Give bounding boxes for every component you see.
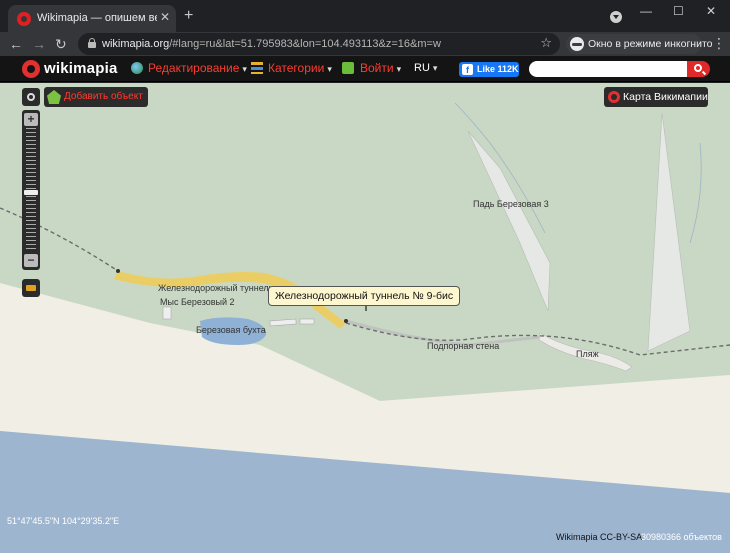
search-input[interactable] xyxy=(529,61,687,77)
site-header: wikimapia Редактирование ▾ Категории ▾ Вой… xyxy=(0,56,730,82)
label-cape[interactable]: Мыс Березовый 2 xyxy=(160,297,235,307)
incognito-label: Окно в режиме инкогнито xyxy=(588,38,713,50)
menu-edit[interactable]: Редактирование ▾ xyxy=(148,61,247,75)
zoom-control[interactable]: + − xyxy=(22,110,40,270)
tunnel-portal-marker xyxy=(116,269,120,273)
globe-icon xyxy=(131,62,143,74)
incognito-icon xyxy=(570,37,584,51)
back-icon[interactable]: ← xyxy=(9,36,23,52)
bookmark-star-icon[interactable]: ☆ xyxy=(540,35,552,51)
add-object-label: Добавить объект xyxy=(64,91,143,102)
zoom-slider-handle[interactable] xyxy=(24,190,38,195)
wikimapia-map-button[interactable]: Карта Викимапии xyxy=(604,87,708,107)
coordinates-readout: 51°47'45.5"N 104°29'35.2"E xyxy=(7,516,120,526)
chevron-down-icon: ▾ xyxy=(432,63,438,73)
add-object-icon xyxy=(47,90,61,104)
layers-icon[interactable] xyxy=(22,279,40,297)
search-button[interactable] xyxy=(687,61,710,77)
chevron-down-icon: ▾ xyxy=(396,64,402,74)
chevron-down-icon: ▾ xyxy=(242,64,247,74)
facebook-icon: f xyxy=(462,64,473,75)
menu-categories[interactable]: Категории ▾ xyxy=(268,61,332,75)
wikimapia-favicon-icon xyxy=(17,12,31,26)
facebook-like-button[interactable]: f Like 112K xyxy=(459,62,519,77)
building xyxy=(162,306,172,320)
tab-strip: Wikimapia — опишем весь мир! ✕ + — ☐ ✕ xyxy=(0,0,730,32)
url-text: wikimapia.org/#lang=ru&lat=51.795983&lon… xyxy=(102,38,441,50)
chevron-down-icon: ▾ xyxy=(327,64,332,74)
facebook-like-label: Like 112K xyxy=(477,64,519,74)
minimize-button[interactable]: — xyxy=(640,4,652,18)
browser-menu-icon[interactable]: ⋮ xyxy=(712,35,726,52)
close-window-button[interactable]: ✕ xyxy=(706,4,716,18)
address-bar[interactable]: wikimapia.org/#lang=ru&lat=51.795983&lon… xyxy=(78,33,560,55)
menu-login[interactable]: Войти ▾ xyxy=(360,61,401,75)
maximize-button[interactable]: ☐ xyxy=(673,4,684,18)
zoom-out-button[interactable]: − xyxy=(24,254,38,267)
search-icon xyxy=(694,64,702,72)
wikimapia-logo-icon xyxy=(608,91,620,103)
new-tab-button[interactable]: + xyxy=(184,7,193,25)
wikimapia-logo-icon[interactable] xyxy=(22,60,40,78)
navigation-bar: ← → ↻ wikimapia.org/#lang=ru&lat=51.7959… xyxy=(0,32,730,56)
zoom-in-button[interactable]: + xyxy=(24,113,38,126)
building-2 xyxy=(269,318,297,327)
settings-gear-icon[interactable] xyxy=(22,88,40,106)
reload-icon[interactable]: ↻ xyxy=(55,36,67,53)
object-tooltip: Железнодорожный туннель № 9-бис xyxy=(268,286,461,306)
language-select[interactable]: RU ▾ xyxy=(414,62,437,74)
site-logo[interactable]: wikimapia xyxy=(44,60,118,77)
lock-icon[interactable] xyxy=(88,38,96,48)
forward-icon[interactable]: → xyxy=(32,36,46,52)
tab-search-icon[interactable] xyxy=(610,11,622,23)
valley-area xyxy=(467,130,551,312)
building-3 xyxy=(299,318,315,325)
label-beach[interactable]: Пляж xyxy=(576,349,599,359)
label-tunnel[interactable]: Железнодорожный туннель xyxy=(158,283,273,293)
map-graphics xyxy=(0,102,730,553)
wikimapia-map-label: Карта Викимапии xyxy=(623,91,708,103)
label-bay[interactable]: Березовая бухта xyxy=(196,325,266,335)
valley-area-2 xyxy=(647,112,691,352)
zoom-slider-track[interactable] xyxy=(26,128,36,250)
browser-window: Wikimapia — опишем весь мир! ✕ + — ☐ ✕ ←… xyxy=(0,0,730,553)
map-canvas[interactable]: Железнодорожный туннель Мыс Березовый 2 … xyxy=(0,83,730,553)
stream-line-2 xyxy=(689,142,702,244)
label-pad[interactable]: Падь Березовая 3 xyxy=(473,199,549,209)
railway-line xyxy=(0,207,119,272)
categories-icon xyxy=(251,62,263,74)
incognito-badge[interactable]: Окно в режиме инкогнито xyxy=(566,34,712,54)
browser-tab[interactable]: Wikimapia — опишем весь мир! ✕ xyxy=(8,5,176,32)
tunnel-portal-marker-2 xyxy=(344,319,348,323)
attribution[interactable]: Wikimapia CC-BY-SA xyxy=(556,532,642,542)
tab-title: Wikimapia — опишем весь мир! xyxy=(37,12,157,24)
add-object-button[interactable]: Добавить объект xyxy=(44,87,148,107)
label-wall[interactable]: Подпорная стена xyxy=(427,341,499,351)
tab-close-icon[interactable]: ✕ xyxy=(160,10,170,24)
login-icon xyxy=(342,62,354,74)
object-count: 30980366 объектов xyxy=(641,532,722,542)
